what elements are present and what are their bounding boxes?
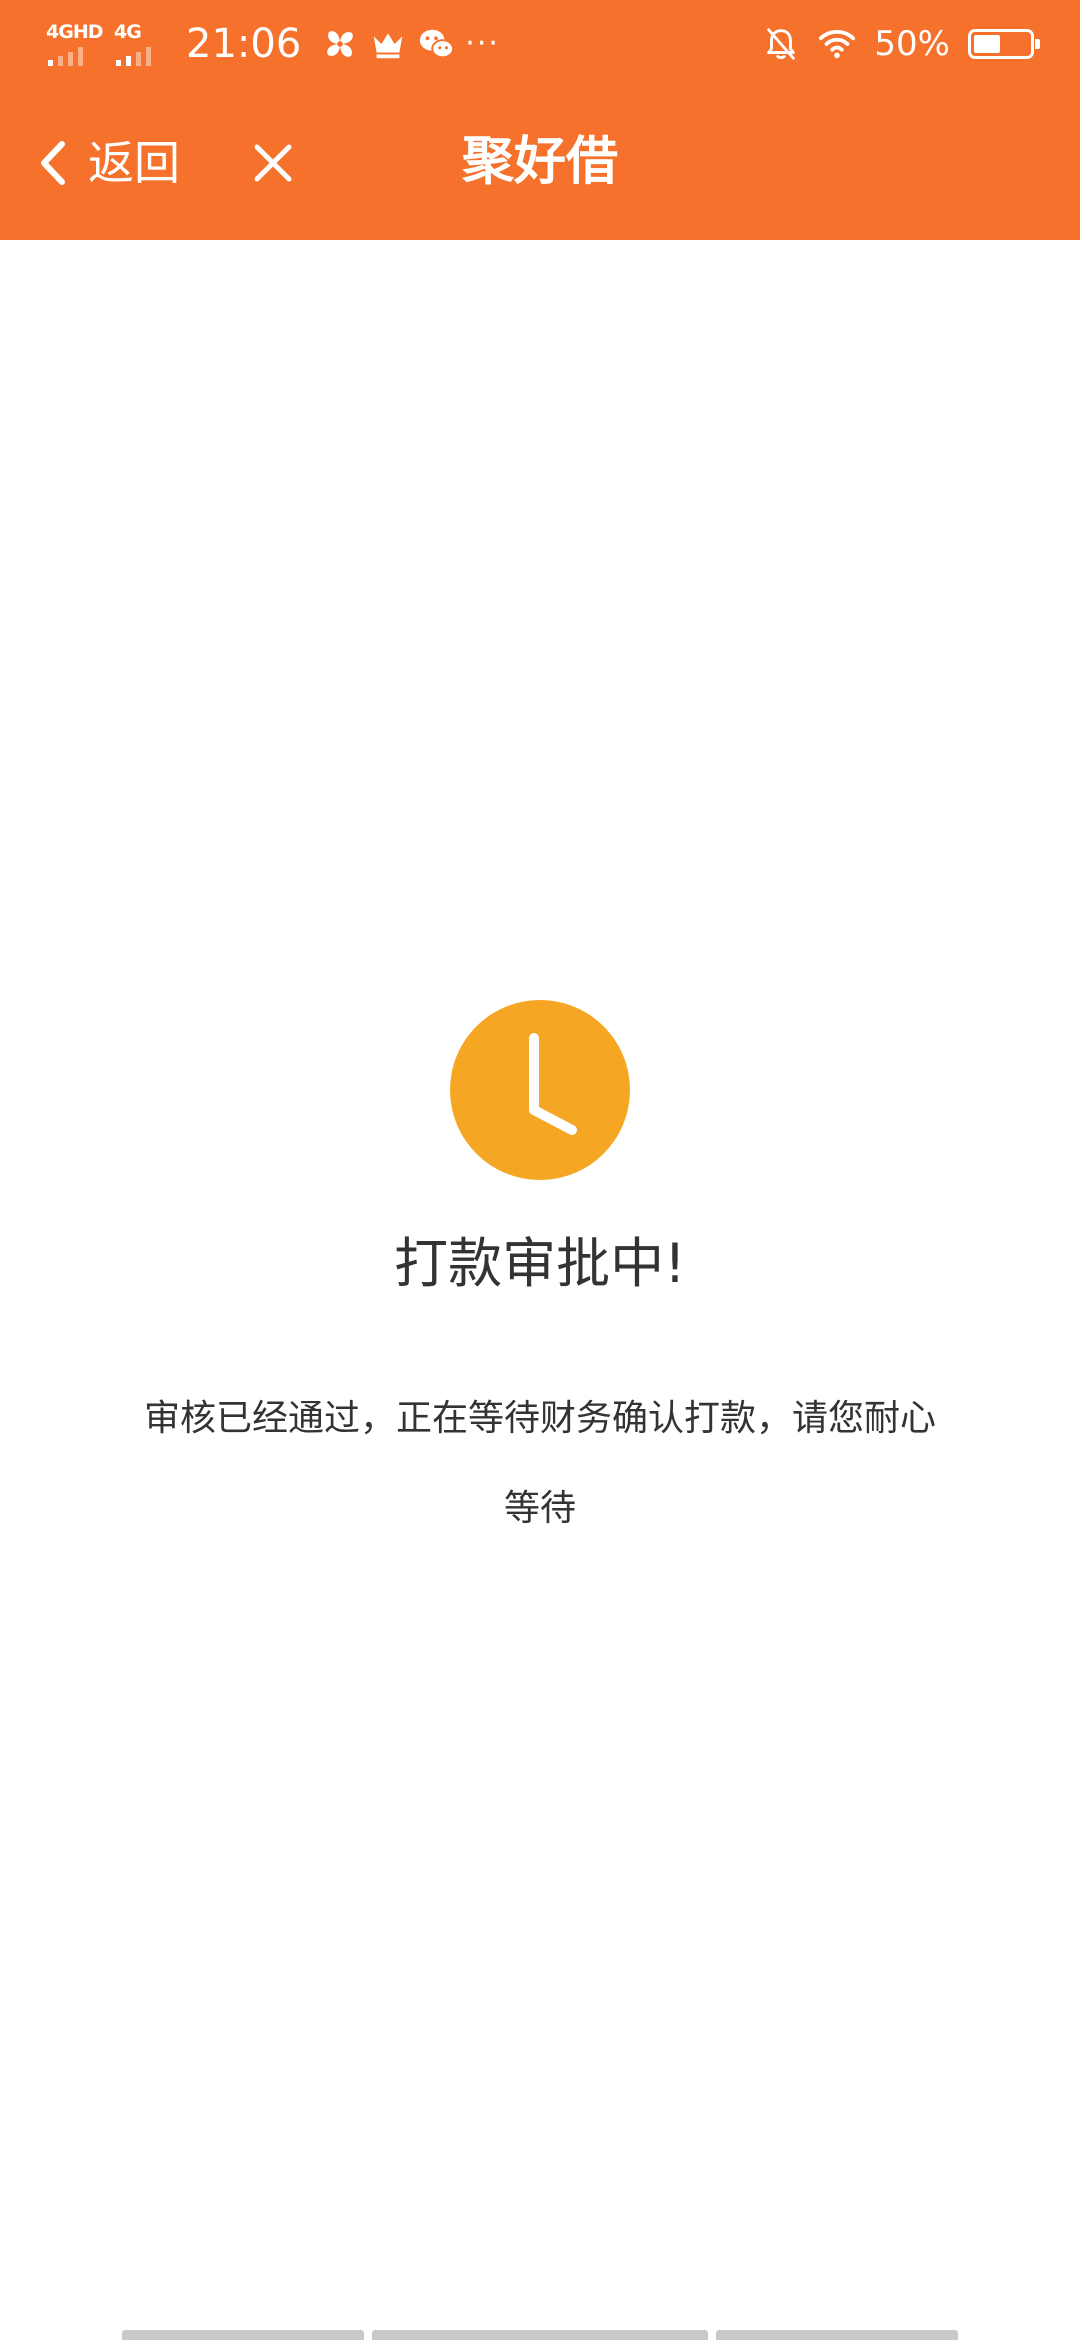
pinwheel-icon: [327, 31, 354, 57]
wechat-icon: [420, 29, 455, 59]
battery-level: [974, 35, 1000, 53]
signal-bars-icon: [116, 46, 151, 66]
signal-4g: 4G: [112, 20, 170, 68]
header: 4GHD 4G 21:06 ··· 50% 返回 聚好借: [0, 0, 1080, 240]
status-bar-right: 50%: [762, 16, 1040, 72]
status-message-line-2: 等待: [503, 1488, 576, 1529]
status-bar: 4GHD 4G 21:06 ··· 50%: [0, 0, 1080, 86]
close-icon: [254, 144, 292, 182]
gesture-segment-right: [716, 2330, 958, 2340]
status-time: 21:06: [186, 21, 302, 67]
nav-bar: 返回 聚好借: [0, 86, 1080, 240]
bell-off-icon: [767, 28, 796, 60]
signal-4ghd: 4GHD: [44, 20, 103, 68]
battery-percent: 50%: [874, 24, 950, 64]
clock-icon: [450, 1000, 630, 1180]
crown-icon: [374, 33, 403, 59]
gesture-segment-left: [122, 2330, 364, 2340]
back-label: 返回: [88, 136, 180, 190]
close-button[interactable]: [240, 130, 306, 196]
app-screen: 4GHD 4G 21:06 ··· 50% 返回 聚好借 打款审批中! 审核已经…: [0, 0, 1080, 2340]
chevron-left-icon: [41, 141, 65, 185]
status-title: 打款审批中!: [394, 1232, 686, 1295]
status-bar-left: 4GHD 4G 21:06 ···: [44, 16, 500, 72]
bottom-gesture-bar: [0, 2330, 1080, 2340]
battery-icon: [968, 29, 1040, 59]
status-message-line-1: 审核已经通过，正在等待财务确认打款，请您耐心: [143, 1398, 936, 1439]
gesture-segment-center: [372, 2330, 708, 2340]
signal-bars-icon: [48, 46, 83, 66]
network-type-label: 4GHD: [46, 21, 103, 43]
network-type-label: 4G: [114, 21, 142, 43]
back-button[interactable]: 返回: [36, 130, 180, 196]
wifi-icon: [819, 29, 856, 59]
more-notifications-icon: ···: [465, 26, 500, 61]
status-message: 审核已经通过，正在等待财务确认打款，请您耐心 等待: [100, 1374, 980, 1554]
status-panel: 打款审批中! 审核已经通过，正在等待财务确认打款，请您耐心 等待: [0, 980, 1080, 1554]
